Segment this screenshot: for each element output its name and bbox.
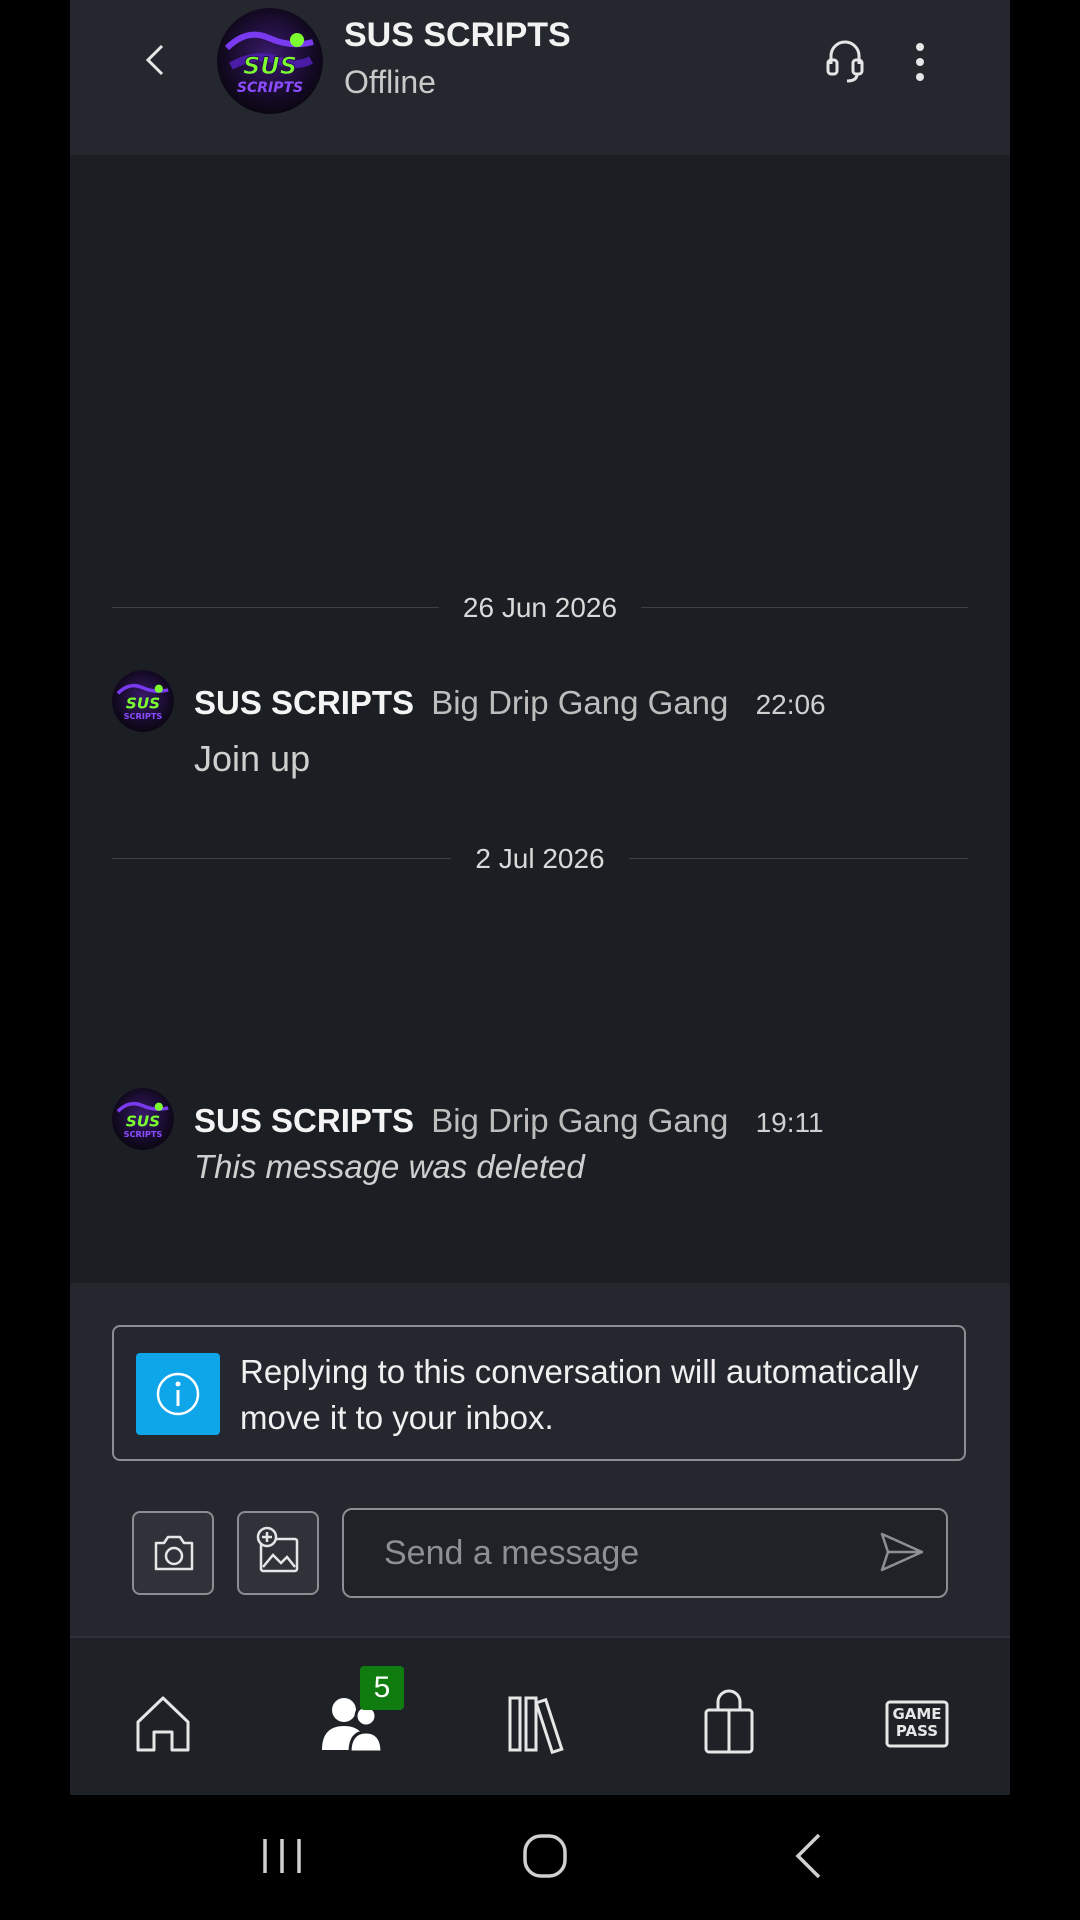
date-divider: 2 Jul 2026 [112,839,968,879]
sender-name[interactable]: SUS SCRIPTS [194,684,414,721]
camera-button[interactable] [132,1511,214,1595]
system-back-button[interactable] [774,1821,844,1891]
avatar[interactable]: SUS SCRIPTS [217,8,323,114]
message-text: Join up [194,738,311,779]
svg-text:SUS: SUS [243,52,297,80]
more-options-button[interactable] [910,40,930,84]
home-circle-icon [523,1834,567,1878]
headset-icon [826,40,864,83]
send-icon [880,1532,924,1572]
library-icon [508,1696,564,1755]
avatar[interactable]: SUS SCRIPTS [112,1088,174,1150]
message-meta: SUS SCRIPTS Big Drip Gang Gang 22:06 [194,684,826,722]
message-time: 19:11 [755,1107,824,1138]
composer-panel: Replying to this conversation will autom… [70,1283,1010,1636]
chevron-left-icon [145,44,164,76]
xbox-chat-screen: SUS SCRIPTS SUS SCRIPTS Offline 26 Jun 2… [70,0,1010,1795]
nav-home[interactable] [128,1688,198,1758]
presence-status: Offline [344,64,436,100]
notification-badge: 5 [360,1666,404,1710]
chat-header: SUS SCRIPTS SUS SCRIPTS Offline [70,0,1010,155]
party-chat-button[interactable] [823,36,867,86]
sender-name[interactable]: SUS SCRIPTS [194,1102,414,1139]
back-icon [795,1833,821,1879]
recent-apps-icon [263,1839,301,1873]
add-image-icon [256,1526,299,1573]
back-button[interactable] [136,40,176,80]
svg-text:SUS: SUS [126,1113,160,1131]
sender-gamertag: Big Drip Gang Gang [431,684,729,721]
bottom-navigation: 5 GAME PASS [70,1636,1010,1795]
date-divider: 26 Jun 2026 [112,588,968,628]
info-banner: Replying to this conversation will autom… [112,1325,966,1461]
recent-apps-button[interactable] [247,1821,317,1891]
info-message: Replying to this conversation will autom… [240,1353,919,1436]
svg-text:SCRIPTS: SCRIPTS [124,1129,163,1139]
date-label: 2 Jul 2026 [461,843,619,874]
deleted-message-text: This message was deleted [194,1148,585,1185]
add-image-button[interactable] [237,1511,319,1595]
message-meta: SUS SCRIPTS Big Drip Gang Gang 19:11 [194,1102,824,1140]
message-time: 22:06 [755,689,826,720]
home-icon [136,1696,190,1752]
avatar[interactable]: SUS SCRIPTS [112,670,174,732]
date-label: 26 Jun 2026 [448,592,632,623]
page-title: SUS SCRIPTS [344,16,571,54]
svg-text:SCRIPTS: SCRIPTS [124,711,163,721]
nav-store[interactable] [694,1688,764,1758]
system-navigation-bar [0,1795,1080,1920]
message-item[interactable]: SUS SCRIPTS SUS SCRIPTS Big Drip Gang Ga… [112,670,968,780]
svg-text:SCRIPTS: SCRIPTS [237,80,303,96]
nav-library[interactable] [506,1688,576,1758]
info-icon [136,1353,220,1435]
svg-text:SUS: SUS [126,695,160,713]
message-item[interactable]: SUS SCRIPTS SUS SCRIPTS Big Drip Gang Ga… [112,1088,968,1198]
home-button[interactable] [510,1821,580,1891]
store-icon [704,1689,754,1754]
send-button[interactable] [878,1530,926,1574]
camera-icon [154,1535,194,1571]
game-pass-label: GAME PASS [892,1705,942,1740]
message-input[interactable] [342,1508,948,1598]
sender-gamertag: Big Drip Gang Gang [431,1102,729,1139]
nav-game-pass[interactable]: GAME PASS [882,1688,952,1758]
more-vertical-icon [916,43,924,81]
